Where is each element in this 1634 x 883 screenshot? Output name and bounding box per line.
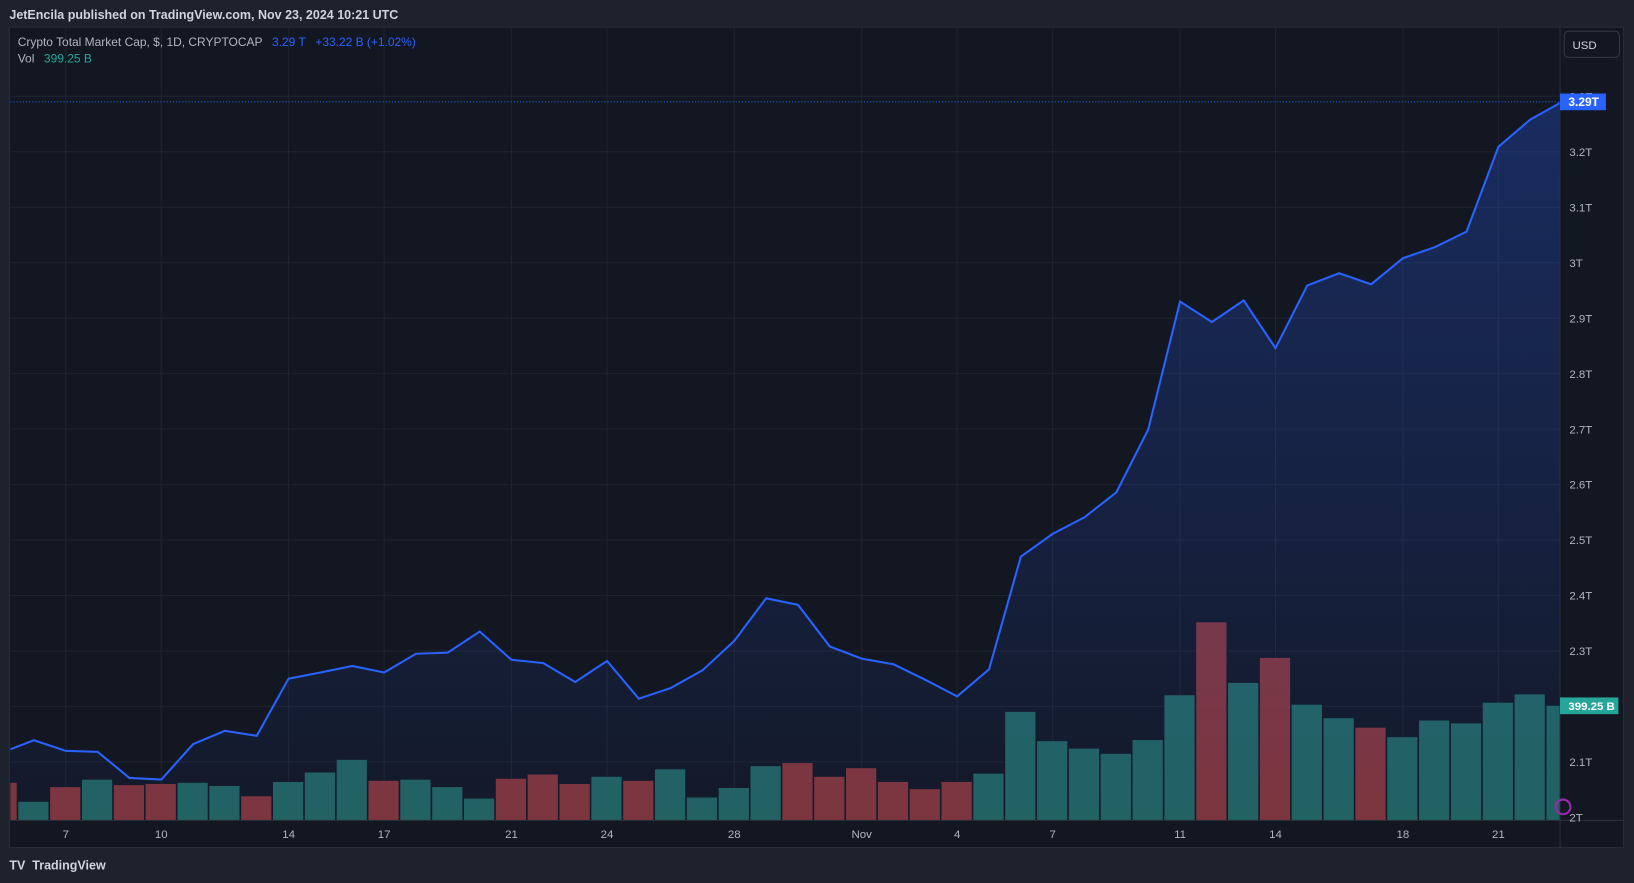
y-tick-label: 2.5T — [1569, 535, 1592, 547]
chart[interactable]: JetEncila published on TradingView.com, … — [0, 0, 1634, 883]
x-tick-label: 21 — [1492, 829, 1505, 841]
tradingview-logo-icon: TV — [9, 858, 26, 872]
x-tick-label: 10 — [155, 829, 168, 841]
y-tick-label: 2.1T — [1569, 757, 1592, 769]
y-tick-label: 2.9T — [1569, 313, 1592, 325]
y-tick-label: 3T — [1569, 258, 1582, 270]
y-tick-label: 2.7T — [1569, 424, 1592, 436]
tradingview-logo[interactable]: TV TradingView — [9, 858, 106, 872]
y-tick-label: 3.2T — [1569, 147, 1592, 159]
y-tick-label: 2.6T — [1569, 480, 1592, 492]
x-tick-label: 17 — [378, 829, 391, 841]
svg-text:Crypto Total Market Cap, $, 1D: Crypto Total Market Cap, $, 1D, CRYPTOCA… — [18, 35, 416, 49]
x-tick-label: 18 — [1396, 829, 1409, 841]
x-tick-label: 14 — [282, 829, 295, 841]
y-tick-label: 3.1T — [1569, 202, 1592, 214]
x-tick-label: Nov — [851, 829, 872, 841]
legend-last: 3.29 T — [272, 35, 306, 49]
footer-logo-text: TradingView — [32, 858, 106, 872]
y-tick-label: 2.4T — [1569, 591, 1592, 603]
publish-line: JetEncila published on TradingView.com, … — [9, 8, 398, 22]
y-tick-label: 2.8T — [1569, 369, 1592, 381]
x-tick-label: 28 — [728, 829, 741, 841]
symbol-title: Crypto Total Market Cap, $, 1D, CRYPTOCA… — [18, 35, 263, 49]
svg-text:Vol 399.25 B: Vol 399.25 B — [18, 52, 92, 66]
y-tick-label: 2T — [1569, 812, 1582, 824]
x-tick-label: 4 — [954, 829, 961, 841]
x-tick-label: 7 — [1049, 829, 1055, 841]
x-tick-label: 21 — [505, 829, 518, 841]
currency-button[interactable]: USD — [1563, 30, 1620, 58]
vol-value: 399.25 B — [44, 52, 92, 66]
x-tick-label: 11 — [1174, 829, 1186, 841]
y-tick-label: 2.3T — [1569, 646, 1592, 658]
vol-label: Vol — [18, 52, 35, 66]
x-tick-label: 14 — [1269, 829, 1282, 841]
currency-label: USD — [1573, 40, 1597, 52]
x-tick-label: 7 — [63, 829, 69, 841]
x-tick-label: 24 — [601, 829, 614, 841]
last-volume-label: 399.25 B — [1568, 701, 1614, 713]
legend-change: +33.22 B (+1.02%) — [315, 35, 415, 49]
last-price-label: 3.29T — [1568, 95, 1599, 109]
